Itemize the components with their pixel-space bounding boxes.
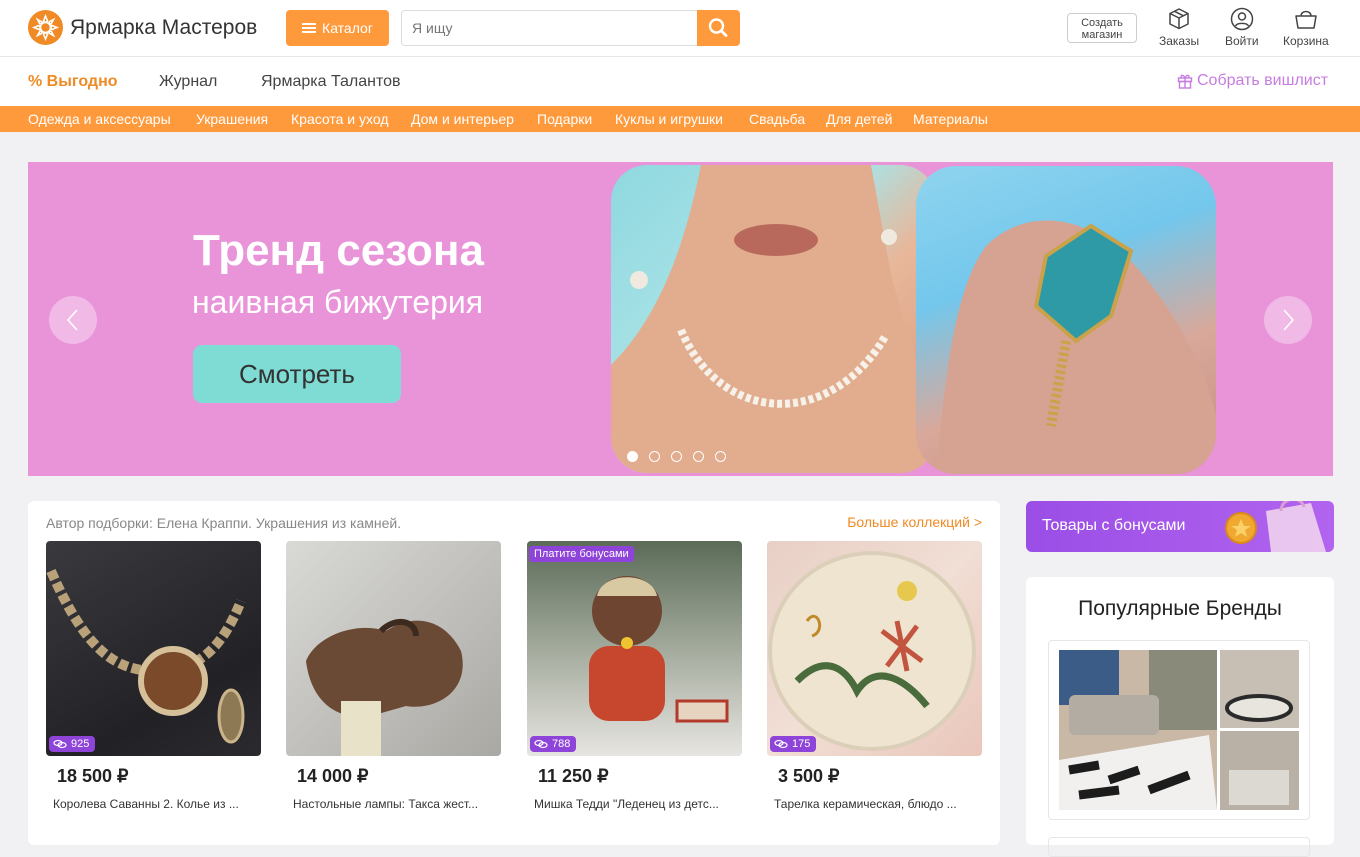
product-name[interactable]: Настольные лампы: Такса жест... [293,797,498,811]
box-icon [1169,8,1189,30]
category-dolls[interactable]: Куклы и игрушки [615,111,723,127]
product-name[interactable]: Тарелка керамическая, блюдо ... [774,797,979,811]
search-icon [708,18,728,37]
nav-talents-link[interactable]: Ярмарка Талантов [261,73,401,91]
category-materials[interactable]: Материалы [913,111,988,127]
banner-prev-button[interactable] [49,296,97,344]
brands-title: Популярные Бренды [1078,597,1282,620]
banner-dot[interactable] [649,451,660,462]
banner-necklace-photo [611,165,936,473]
product-name[interactable]: Мишка Тедди "Леденец из детс... [534,797,739,811]
logo-text: Ярмарка Мастеров [70,15,258,39]
banner-title: Тренд сезона [193,226,484,275]
create-shop-line1: Создать [1081,17,1123,29]
search-button[interactable] [697,10,740,46]
catalog-label: Каталог [322,20,373,36]
category-jewelry[interactable]: Украшения [196,111,268,127]
create-shop-line2: магазин [1081,29,1123,41]
wishlist-label: Собрать вишлист [1197,72,1329,89]
user-icon [1230,7,1254,31]
orders-label: Заказы [1159,34,1200,48]
product-price: 11 250 ₽ [538,766,609,786]
catalog-button[interactable]: Каталог [286,10,389,46]
category-kids[interactable]: Для детей [826,111,892,127]
logo[interactable]: Ярмарка Мастеров [28,10,257,45]
search-input[interactable] [401,10,697,46]
bonus-value: 788 [552,738,571,750]
bonus-value: 175 [792,738,811,750]
coins-icon [774,739,788,749]
category-beauty[interactable]: Красота и уход [291,111,389,127]
pay-with-bonuses-tag: Платите бонусами [529,546,634,562]
cart-label: Корзина [1283,34,1329,48]
banner-view-button[interactable]: Смотреть [193,345,401,403]
bonus-goods-banner[interactable]: Товары с бонусами [1026,501,1334,552]
nav-promo-link[interactable]: % Выгодно [28,73,118,91]
nav-journal-link[interactable]: Журнал [159,73,217,91]
bonus-badge: 788 [530,736,577,752]
bonus-goods-label: Товары с бонусами [1042,517,1186,534]
banner-dot[interactable] [693,451,704,462]
banner-dot[interactable] [715,451,726,462]
coins-icon [53,739,67,749]
basket-icon [1295,10,1317,29]
wishlist-link[interactable]: Собрать вишлист [1177,72,1328,90]
banner-next-button[interactable] [1264,296,1312,344]
brand-card[interactable] [1048,837,1310,857]
logo-icon [28,10,63,45]
gift-icon [1177,74,1193,89]
category-bar: Одежда и аксессуары Украшения Красота и … [0,106,1360,132]
product-price: 3 500 ₽ [778,766,840,786]
category-clothing[interactable]: Одежда и аксессуары [28,111,171,127]
product-name[interactable]: Королева Саванны 2. Колье из ... [53,797,258,811]
chevron-left-icon [66,309,78,331]
coins-icon [534,739,548,749]
product-card[interactable]: 175 3 500 ₽ Тарелка керамическая, блюдо … [767,541,982,811]
shopping-bag-icon [1225,501,1326,552]
collection-title: Автор подборки: Елена Краппи. Украшения … [46,515,402,531]
banner-ring-photo [916,166,1216,474]
orders-button[interactable]: Заказы [1159,7,1199,48]
brand-image [1059,650,1299,810]
bonus-badge: 175 [770,736,817,752]
category-gifts[interactable]: Подарки [537,111,592,127]
product-image[interactable]: Платите бонусами 788 [527,541,742,756]
banner-subtitle: наивная бижутерия [192,284,484,320]
login-button[interactable]: Войти [1225,7,1259,48]
banner-dot[interactable] [671,451,682,462]
category-wedding[interactable]: Свадьба [749,111,805,127]
product-card[interactable]: 925 18 500 ₽ Королева Саванны 2. Колье и… [46,541,261,811]
product-image[interactable]: 175 [767,541,982,756]
product-price: 18 500 ₽ [57,766,129,786]
header: Ярмарка Мастеров Каталог Создать магазин… [0,0,1360,57]
banner-pagination [627,451,726,462]
product-price: 14 000 ₽ [297,766,369,786]
collection-section: Автор подборки: Елена Краппи. Украшения … [28,501,1000,845]
promo-banner[interactable]: Тренд сезона наивная бижутерия Смотреть [28,162,1333,476]
more-collections-link[interactable]: Больше коллекций > [847,514,982,530]
chevron-right-icon [1283,309,1295,331]
product-image[interactable] [286,541,501,756]
banner-dot[interactable] [627,451,638,462]
category-home[interactable]: Дом и интерьер [411,111,514,127]
product-card[interactable]: Платите бонусами 788 11 250 ₽ Мишка Тедд… [527,541,742,811]
product-image[interactable]: 925 [46,541,261,756]
product-card[interactable]: 14 000 ₽ Настольные лампы: Такса жест... [286,541,501,811]
login-label: Войти [1225,34,1259,48]
create-shop-button[interactable]: Создать магазин [1067,13,1137,43]
cart-button[interactable]: Корзина [1283,7,1329,48]
bonus-badge: 925 [49,736,96,752]
brand-card[interactable] [1048,640,1310,820]
secondary-nav: % Выгодно Журнал Ярмарка Талантов Собрат… [0,57,1360,106]
bonus-value: 925 [71,738,90,750]
menu-icon [302,23,317,33]
popular-brands-section: Популярные Бренды [1026,577,1334,857]
